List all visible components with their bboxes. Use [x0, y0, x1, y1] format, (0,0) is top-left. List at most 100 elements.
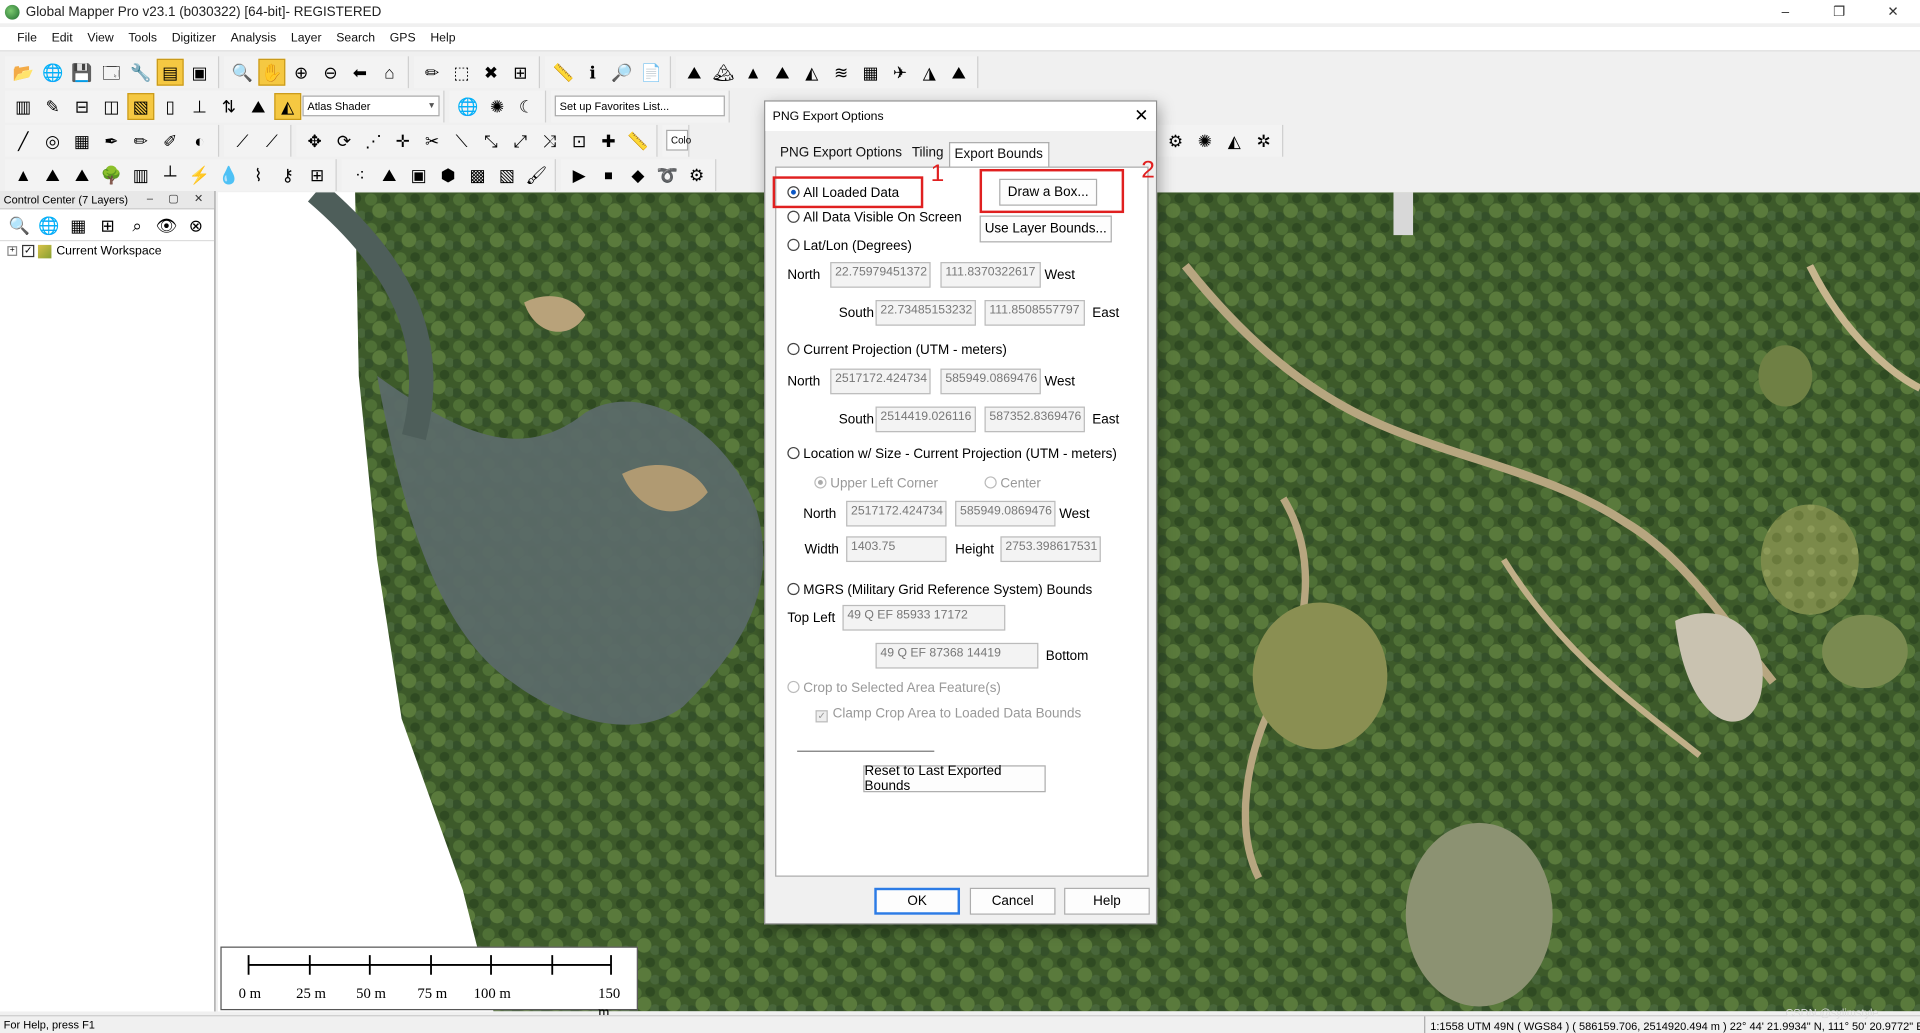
minimize-button[interactable]: –: [1758, 0, 1812, 23]
brush-icon[interactable]: 🖌: [523, 161, 550, 188]
stop-icon[interactable]: ⏹: [595, 161, 622, 188]
menu-digitizer[interactable]: Digitizer: [172, 32, 216, 45]
move-vertex-icon[interactable]: ✛: [389, 127, 416, 154]
loc-west-field[interactable]: 585949.0869476: [955, 500, 1056, 527]
line-edit-1-icon[interactable]: ⟍: [448, 127, 475, 154]
loc-north-field[interactable]: 2517172.424734: [846, 500, 947, 527]
settings-sun-icon[interactable]: ✺: [484, 92, 511, 119]
lidar-3-icon[interactable]: ◭: [1221, 127, 1248, 154]
terrain-9-icon[interactable]: ◮: [916, 58, 943, 85]
terrain-7-icon[interactable]: ▦: [857, 58, 884, 85]
layout-icon[interactable]: ▥: [10, 92, 37, 119]
mgrs-top-left-field[interactable]: 49 Q EF 85933 17172: [842, 604, 1006, 631]
terrain-8-icon[interactable]: ✈: [887, 58, 914, 85]
latlon-south-field[interactable]: 22.73485153232: [875, 300, 976, 326]
favorites-select[interactable]: Set up Favorites List...: [554, 95, 725, 117]
menu-layer[interactable]: Layer: [291, 32, 322, 45]
menu-help[interactable]: Help: [430, 32, 455, 45]
back-arrow-icon[interactable]: ⬅: [347, 58, 374, 85]
info-icon[interactable]: ℹ: [579, 58, 606, 85]
lidar-1-icon[interactable]: ⚙: [1162, 127, 1189, 154]
bridge-icon[interactable]: ⌇: [245, 161, 272, 188]
menu-analysis[interactable]: Analysis: [231, 32, 277, 45]
shader-select[interactable]: Atlas Shader ▼: [302, 95, 440, 117]
scatter-icon[interactable]: ⁖: [347, 161, 374, 188]
workspace-icon[interactable]: 🗔: [98, 58, 125, 85]
fly-icon[interactable]: ◆: [624, 161, 651, 188]
lidar-4-icon[interactable]: ✲: [1250, 127, 1277, 154]
reset-bounds-button[interactable]: Reset to Last Exported Bounds: [863, 764, 1046, 793]
use-layer-bounds-button[interactable]: Use Layer Bounds...: [979, 215, 1112, 243]
building-icon[interactable]: ▥: [127, 161, 154, 188]
globe-icon[interactable]: 🌐: [39, 58, 66, 85]
dialog-close-icon[interactable]: ✕: [1134, 105, 1148, 126]
select-box-icon[interactable]: ⬚: [448, 58, 475, 85]
shader-icon[interactable]: ▧: [127, 92, 155, 120]
location-size-radio[interactable]: Location w/ Size - Current Projection (U…: [787, 446, 1117, 462]
cancel-button[interactable]: Cancel: [969, 887, 1056, 915]
document-icon[interactable]: 📄: [638, 58, 665, 85]
grid-icon[interactable]: ⊟: [69, 92, 96, 119]
zoom-out-icon[interactable]: ⊖: [317, 58, 344, 85]
elevation-icon[interactable]: ⇅: [216, 92, 243, 119]
proj-east-field[interactable]: 587352.8369476: [984, 406, 1085, 433]
lidar-3d-icon[interactable]: ▧: [493, 161, 520, 188]
chart-icon[interactable]: ▯: [157, 92, 184, 119]
mountain-icon[interactable]: ⛰: [245, 92, 272, 119]
path-icon[interactable]: ➰: [654, 161, 681, 188]
pole-icon[interactable]: ⚡: [186, 161, 213, 188]
play-icon[interactable]: ▶: [566, 161, 593, 188]
tab-png-export-options[interactable]: PNG Export Options: [775, 142, 907, 166]
proj-north-field[interactable]: 2517172.424734: [830, 368, 931, 395]
center-radio[interactable]: Center: [984, 476, 1041, 491]
mgrs-bottom-field[interactable]: 49 Q EF 87368 14419: [875, 642, 1039, 669]
tree-icon[interactable]: 🌳: [98, 161, 125, 188]
lidar-classify-2-icon[interactable]: ⛰: [39, 161, 66, 188]
width-field[interactable]: 1403.75: [846, 536, 947, 563]
peaks-icon[interactable]: ⛰: [376, 161, 403, 188]
3d-view-icon[interactable]: ◫: [98, 92, 125, 119]
line-edit-4-icon[interactable]: ⤨: [536, 127, 563, 154]
panel-window-buttons[interactable]: – ▢ ✕: [147, 192, 210, 205]
line-edit-3-icon[interactable]: ⤢: [507, 127, 534, 154]
delete-icon[interactable]: ✖: [478, 58, 505, 85]
layer-zoom-icon[interactable]: 🔍: [6, 211, 33, 238]
latlon-west-field[interactable]: 111.8370322617: [940, 262, 1041, 288]
pen-3-icon[interactable]: ✐: [157, 127, 184, 154]
moon-icon[interactable]: ☾: [513, 92, 540, 119]
menu-view[interactable]: View: [87, 32, 113, 45]
pan-hand-icon[interactable]: ✋: [258, 58, 286, 86]
edit-1-icon[interactable]: ⟋: [229, 127, 256, 154]
target-icon[interactable]: ◎: [39, 127, 66, 154]
lidar-classify-3-icon[interactable]: ⛰: [69, 161, 96, 188]
layer-add-icon[interactable]: ⊞: [94, 211, 121, 238]
terrain-4-icon[interactable]: ⛰: [769, 58, 796, 85]
move-icon[interactable]: ✥: [301, 127, 328, 154]
atlas-shader-icon[interactable]: ◭: [274, 92, 302, 120]
feature-info-icon[interactable]: ⊞: [507, 58, 534, 85]
latlon-radio[interactable]: Lat/Lon (Degrees): [787, 238, 912, 253]
all-visible-radio[interactable]: All Data Visible On Screen: [787, 210, 962, 225]
latlon-north-field[interactable]: 22.75979451372: [830, 262, 931, 288]
ruler-grid-icon[interactable]: ▦: [69, 127, 96, 154]
draw-line-icon[interactable]: ╱: [10, 127, 37, 154]
terrain-1-icon[interactable]: ⛰: [681, 58, 708, 85]
tab-export-bounds[interactable]: Export Bounds: [948, 142, 1050, 167]
height-field[interactable]: 2753.398617531: [1000, 536, 1101, 563]
layer-table-icon[interactable]: ▦: [65, 211, 92, 238]
home-icon[interactable]: ⌂: [376, 58, 403, 85]
layer-visibility-icon[interactable]: 👁: [153, 211, 180, 238]
layer-search-icon[interactable]: ⌕: [124, 211, 151, 238]
lidar-grid-icon[interactable]: ⊞: [304, 161, 331, 188]
measure-icon[interactable]: 📏: [550, 58, 577, 85]
vertex-icon[interactable]: ⋰: [360, 127, 387, 154]
menu-search[interactable]: Search: [336, 32, 375, 45]
ruler-icon[interactable]: 📏: [624, 127, 651, 154]
help-button[interactable]: Help: [1064, 887, 1150, 915]
pen-1-icon[interactable]: ✒: [98, 127, 125, 154]
crosshair-icon[interactable]: ✚: [595, 127, 622, 154]
overview-icon[interactable]: ▣: [186, 58, 213, 85]
terrain-10-icon[interactable]: ⛰: [945, 58, 972, 85]
terrain-6-icon[interactable]: ≋: [828, 58, 855, 85]
powerline-icon[interactable]: ┴: [157, 161, 184, 188]
